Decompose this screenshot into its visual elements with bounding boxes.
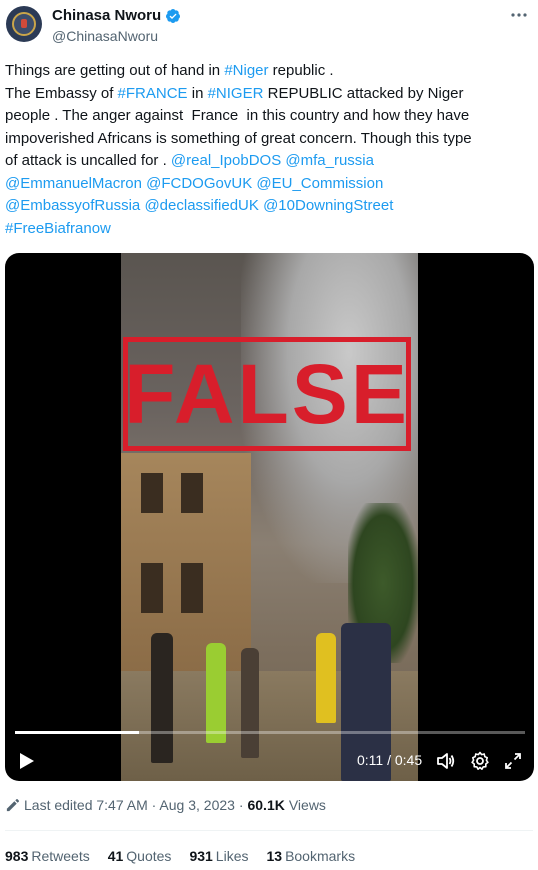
tweet-header: Chinasa Nworu @ChinasaNworu [6, 5, 532, 47]
tweet-text-line: impoverished Africans is something of gr… [5, 128, 525, 151]
building-window [141, 563, 163, 613]
stat-bookmarks[interactable]: 13 Bookmarks [266, 848, 355, 864]
avatar-emblem [12, 12, 36, 36]
more-dots [511, 13, 527, 17]
mention-link[interactable]: @declassifiedUK [144, 197, 258, 214]
mention-link[interactable]: @FCDOGovUK [146, 175, 252, 192]
stat-quotes[interactable]: 41 Quotes [108, 848, 172, 864]
tweet-text-segment: impoverished Africans is something of gr… [5, 129, 472, 147]
building-window [181, 473, 203, 513]
tweet-text-line: @EmbassyofRussia @declassifiedUK @10Down… [5, 195, 525, 218]
tweet-text-segment: The Embassy of [5, 84, 118, 102]
crowd-person [206, 643, 226, 743]
mention-link[interactable]: @10DowningStreet [263, 197, 393, 214]
video-time: 0:11 / 0:45 [357, 752, 423, 768]
tweet-text-line: @EmmanuelMacron @FCDOGovUK @EU_Commissio… [5, 173, 525, 196]
views-label: Views [288, 797, 326, 813]
fullscreen-icon[interactable] [503, 751, 523, 771]
video-frame[interactable] [121, 253, 418, 781]
hashtag-link[interactable]: #Niger [224, 62, 268, 79]
author-handle[interactable]: @ChinasaNworu [52, 28, 181, 44]
last-edited-label[interactable]: Last edited 7:47 AM · Aug 3, 2023 · [24, 797, 243, 813]
mention-link[interactable]: @EmbassyofRussia [5, 197, 140, 214]
author-display-name[interactable]: Chinasa Nworu [52, 7, 161, 24]
stat-count: 41 [107, 848, 124, 864]
stat-label: Bookmarks [285, 848, 356, 864]
play-icon[interactable] [19, 752, 35, 770]
tweet-text-line: people . The anger against France in thi… [5, 105, 525, 128]
tweet-text-segment: REPUBLIC attacked by Niger [263, 84, 464, 102]
building-window [181, 563, 203, 613]
stat-label: Quotes [126, 848, 172, 864]
more-horizontal-icon[interactable] [508, 5, 530, 25]
tweet-text-segment: of attack is uncalled for . [5, 152, 171, 169]
crowd-person [316, 633, 336, 723]
volume-icon[interactable] [436, 751, 456, 771]
stat-label: Retweets [31, 848, 90, 864]
hashtag-link[interactable]: #FreeBiafranow [5, 220, 111, 237]
tweet-text-segment: Things are getting out of hand in [5, 62, 225, 79]
stat-count: 983 [5, 848, 29, 864]
views-count: 60.1K [247, 797, 285, 813]
tweet-text-line: Things are getting out of hand in #Niger… [5, 60, 525, 83]
settings-gear-icon[interactable] [470, 751, 490, 771]
mention-link[interactable]: @real_IpobDOS [171, 152, 281, 169]
hashtag-link[interactable]: #NIGER [208, 85, 264, 102]
mention-link[interactable]: @mfa_russia [285, 152, 374, 169]
false-stamp-text: FALSE [124, 347, 410, 441]
embassy-building [121, 453, 251, 683]
avatar[interactable] [6, 6, 42, 42]
tweet-text-line: of attack is uncalled for . @real_IpobDO… [5, 150, 525, 173]
video-progress-bar[interactable] [15, 731, 525, 734]
building-window [141, 473, 163, 513]
video-progress-fill [15, 731, 140, 734]
tweet-text-line: #FreeBiafranow [5, 218, 525, 241]
false-stamp: FALSE [123, 337, 411, 451]
mention-link[interactable]: @EU_Commission [256, 175, 383, 192]
tweet-text-segment: republic . [268, 62, 334, 79]
crowd-person [241, 648, 259, 758]
mention-link[interactable]: @EmmanuelMacron [5, 175, 142, 192]
author-display-name-row[interactable]: Chinasa Nworu [52, 7, 181, 24]
hashtag-link[interactable]: #FRANCE [118, 85, 188, 102]
tweet-meta: Last edited 7:47 AM · Aug 3, 2023 · 60.1… [5, 797, 326, 813]
stat-count: 13 [266, 848, 283, 864]
tweet-text: Things are getting out of hand in #Niger… [5, 60, 525, 240]
stat-label: Likes [215, 848, 249, 864]
author-names: Chinasa Nworu @ChinasaNworu [52, 7, 181, 44]
edit-pencil-icon [6, 798, 20, 811]
crowd-person [151, 633, 173, 763]
tweet-text-line: The Embassy of #FRANCE in #NIGER REPUBLI… [5, 83, 525, 106]
engagement-stats: 983 Retweets 41 Quotes 931 Likes 13 Bookmark… [5, 848, 355, 864]
stat-likes[interactable]: 931 Likes [189, 848, 248, 864]
video-player[interactable]: FALSE 0:11 / 0:45 [5, 253, 534, 781]
tweet-text-segment: in [187, 84, 208, 102]
tweet-text-segment: people . The anger against France in thi… [5, 107, 470, 124]
stat-count: 931 [189, 848, 213, 864]
divider [5, 830, 533, 831]
stat-retweets[interactable]: 983 Retweets [5, 848, 90, 864]
verified-badge-icon [166, 8, 181, 23]
